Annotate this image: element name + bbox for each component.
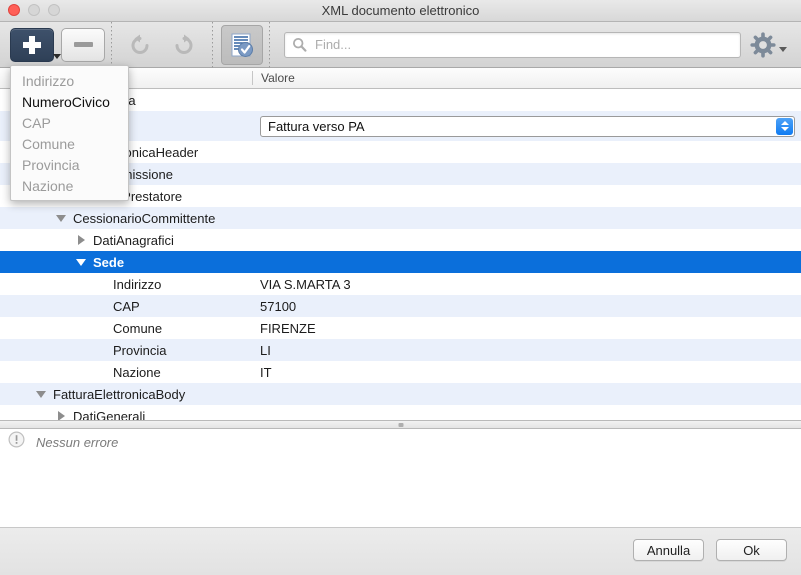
search-input[interactable]: [313, 36, 697, 53]
chevron-down-icon[interactable]: [74, 259, 88, 266]
tree-row[interactable]: DatiGenerali: [0, 405, 801, 420]
chevron-down-icon[interactable]: [53, 54, 61, 59]
error-message: Nessun errore: [36, 435, 118, 450]
undo-icon: [126, 31, 154, 59]
tree-row-value-cell[interactable]: Fattura verso PA: [252, 116, 801, 137]
chevron-up-icon: [781, 121, 789, 125]
tree-row-value-cell[interactable]: FIRENZE: [252, 321, 801, 336]
tree-row-name-cell: Indirizzo: [0, 277, 252, 292]
tree-row-value-cell[interactable]: VIA S.MARTA 3: [252, 277, 801, 292]
cancel-button[interactable]: Annulla: [633, 539, 704, 561]
menu-item: CAP: [11, 112, 128, 133]
chevron-down-icon[interactable]: [779, 47, 787, 52]
menu-item[interactable]: NumeroCivico: [11, 91, 128, 112]
chevron-down-icon: [781, 127, 789, 131]
add-element-menu[interactable]: IndirizzoNumeroCivicoCAPComuneProvinciaN…: [10, 65, 129, 201]
window-title: XML documento elettronico: [0, 3, 801, 18]
versione-select[interactable]: Fattura verso PA: [260, 116, 795, 137]
toolbar-group-edit: [0, 22, 105, 68]
splitter-grip[interactable]: [398, 423, 403, 427]
tree-row-name-cell: Comune: [0, 321, 252, 336]
tree-row[interactable]: Sede: [0, 251, 801, 273]
chevron-right-icon[interactable]: [74, 235, 88, 245]
warning-icon: [8, 431, 25, 453]
minus-icon: [74, 42, 93, 47]
remove-element-button[interactable]: [61, 28, 105, 62]
menu-item: Comune: [11, 133, 128, 154]
search-icon: [292, 37, 307, 52]
tree-row[interactable]: CAP 57100: [0, 295, 801, 317]
tree-row-value-cell[interactable]: 57100: [252, 299, 801, 314]
menu-item: Indirizzo: [11, 70, 128, 91]
versione-select-value: Fattura verso PA: [261, 119, 365, 134]
footer-buttons: Annulla Ok: [633, 539, 787, 561]
tree-row-name-cell: CessionarioCommittente: [0, 211, 252, 226]
tree-row-value-cell[interactable]: IT: [252, 365, 801, 380]
tree-row[interactable]: Nazione IT: [0, 361, 801, 383]
tree-row-label: CessionarioCommittente: [73, 211, 215, 226]
chevron-down-icon[interactable]: [34, 391, 48, 398]
validate-button[interactable]: [221, 25, 263, 65]
toolbar: [0, 22, 801, 68]
titlebar: XML documento elettronico: [0, 0, 801, 22]
tree-row[interactable]: FatturaElettronicaBody: [0, 383, 801, 405]
tree-row-label: CAP: [113, 299, 140, 314]
chevron-down-icon[interactable]: [54, 215, 68, 222]
tree-row-label: Comune: [113, 321, 162, 336]
tree-row[interactable]: CessionarioCommittente: [0, 207, 801, 229]
tree-row[interactable]: DatiAnagrafici: [0, 229, 801, 251]
tree-row-name-cell: CAP: [0, 299, 252, 314]
chevron-right-icon[interactable]: [54, 411, 68, 420]
tree-row-name-cell: Sede: [0, 255, 252, 270]
toolbar-separator-3: [269, 22, 270, 68]
xml-editor-window: XML documento elettronico: [0, 0, 801, 575]
search-field[interactable]: [284, 32, 741, 58]
settings-button[interactable]: [745, 29, 791, 61]
footer: Annulla Ok: [0, 528, 801, 575]
tree-row[interactable]: Indirizzo VIA S.MARTA 3: [0, 273, 801, 295]
toolbar-separator-1: [111, 22, 112, 68]
tree-row-label: DatiGenerali: [73, 409, 145, 421]
error-row: Nessun errore: [0, 429, 801, 455]
tree-row-label: Provincia: [113, 343, 166, 358]
column-header-value[interactable]: Valore: [253, 71, 295, 85]
tree-row-label: Sede: [93, 255, 124, 270]
tree-row-name-cell: FatturaElettronicaBody: [0, 387, 252, 402]
toolbar-group-history: [118, 22, 206, 68]
plus-icon: [22, 35, 42, 55]
tree-row-name-cell: Nazione: [0, 365, 252, 380]
tree-row-label: Nazione: [113, 365, 161, 380]
error-pane: Nessun errore: [0, 429, 801, 528]
menu-item: Nazione: [11, 175, 128, 196]
toolbar-separator-2: [212, 22, 213, 68]
tree-row-name-cell: DatiAnagrafici: [0, 233, 252, 248]
document-check-icon: [227, 30, 257, 60]
select-stepper-icon[interactable]: [776, 118, 793, 135]
tree-row-label: DatiAnagrafici: [93, 233, 174, 248]
tree-row[interactable]: Comune FIRENZE: [0, 317, 801, 339]
tree-row-name-cell: Provincia: [0, 343, 252, 358]
tree-row-label: Indirizzo: [113, 277, 161, 292]
undo-button[interactable]: [118, 26, 162, 64]
add-element-button[interactable]: [10, 28, 54, 62]
menu-item: Provincia: [11, 154, 128, 175]
redo-button[interactable]: [162, 26, 206, 64]
tree-row-value-cell[interactable]: LI: [252, 343, 801, 358]
redo-icon: [170, 31, 198, 59]
ok-button[interactable]: Ok: [716, 539, 787, 561]
tree-row-label: FatturaElettronicaBody: [53, 387, 185, 402]
pane-splitter[interactable]: [0, 420, 801, 429]
tree-row-name-cell: DatiGenerali: [0, 409, 252, 421]
gear-icon: [750, 32, 776, 58]
tree-row[interactable]: Provincia LI: [0, 339, 801, 361]
